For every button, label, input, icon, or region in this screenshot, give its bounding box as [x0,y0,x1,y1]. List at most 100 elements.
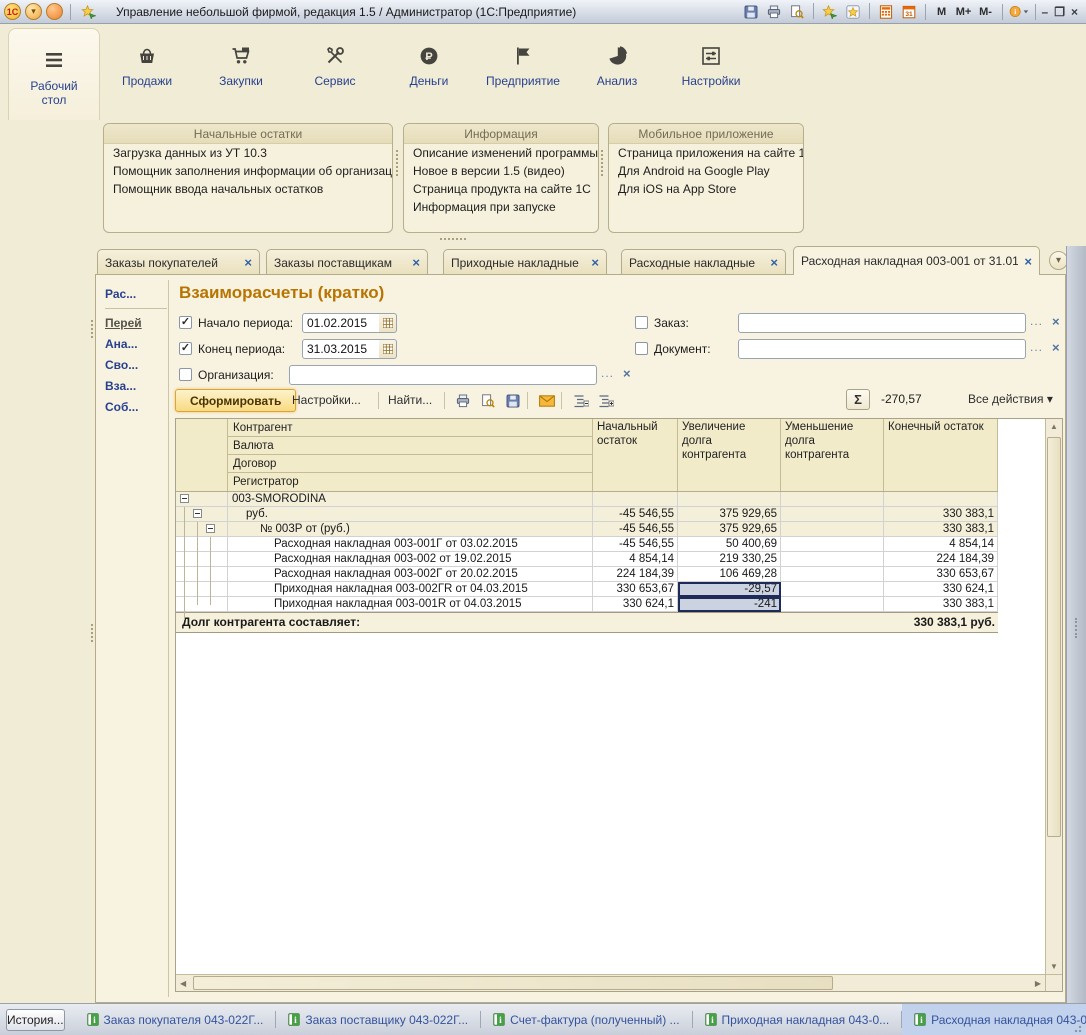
expand-groups-icon[interactable] [595,390,617,411]
tab-2[interactable]: Заказы поставщикам× [266,249,428,275]
cell-value[interactable]: -45 546,55 [593,522,678,537]
scrollbar-thumb[interactable] [1047,437,1061,837]
save-icon[interactable] [502,390,524,411]
ribbon-section-purchases[interactable]: Закупки [194,28,288,120]
favorites-icon[interactable] [843,3,863,21]
tab-4[interactable]: Расходные накладные× [621,249,786,275]
ribbon-section-service[interactable]: Сервис [288,28,382,120]
panel-link[interactable]: Страница приложения на сайте 1С [609,144,803,162]
resize-grip-icon[interactable] [1074,1023,1084,1033]
scroll-left-icon[interactable]: ◀ [180,979,186,988]
print-icon[interactable] [764,3,784,21]
organization-select-icon[interactable]: ... [601,366,614,380]
memory-button-m-[interactable]: M- [976,3,996,21]
cell-value[interactable]: 375 929,65 [678,522,781,537]
settings-button[interactable]: Настройки... [292,393,361,407]
cell-value[interactable] [884,492,998,507]
organization-clear-icon[interactable]: × [623,366,631,381]
cell-value[interactable]: 330 383,1 [884,507,998,522]
table-row[interactable]: Расходная накладная 003-002 от 19.02.201… [176,552,998,567]
document-clear-icon[interactable]: × [1052,340,1060,355]
cell-value[interactable]: 330 624,1 [593,597,678,612]
order-input[interactable] [738,313,1026,333]
sum-button[interactable]: Σ [846,389,870,410]
ribbon-section-analysis[interactable]: Анализ [570,28,664,120]
nav-link[interactable]: Рас... [105,287,167,301]
cell-value[interactable] [781,522,884,537]
order-checkbox[interactable] [635,316,648,329]
memory-button-m[interactable]: M [932,3,952,21]
ribbon-section-money[interactable]: РДеньги [382,28,476,120]
print-preview-icon[interactable] [477,390,499,411]
panel-link[interactable]: Описание изменений программы [404,144,598,162]
table-row[interactable]: руб.-45 546,55375 929,65330 383,1 [176,507,998,522]
info-button[interactable]: i [1009,3,1029,21]
ribbon-section-settings[interactable]: Настройки [664,28,758,120]
scroll-down-icon[interactable]: ▼ [1046,962,1062,971]
table-row[interactable]: Расходная накладная 003-001Г от 03.02.20… [176,537,998,552]
cell-value[interactable]: 50 400,69 [678,537,781,552]
tab-5[interactable]: Расходная накладная 003-001 от 31.01....… [793,246,1040,275]
cell-value[interactable]: 106 469,28 [678,567,781,582]
collapse-groups-icon[interactable] [570,390,592,411]
panel-link[interactable]: Информация при запуске [404,198,598,216]
calendar-icon[interactable]: 31 [899,3,919,21]
statusbar-document[interactable]: iЗаказ поставщику 043-022Г... [276,1004,480,1035]
scrollbar-thumb[interactable] [193,976,833,990]
ribbon-section-enterprise[interactable]: Предприятие [476,28,570,120]
splitter-handle[interactable] [91,624,93,642]
tab-1[interactable]: Заказы покупателей× [97,249,260,275]
close-icon[interactable]: × [1071,5,1078,19]
cell-value[interactable]: 330 383,1 [884,597,998,612]
print-icon[interactable] [452,390,474,411]
cell-value[interactable]: 375 929,65 [678,507,781,522]
memory-button-m+[interactable]: M+ [954,3,974,21]
table-row[interactable]: Приходная накладная 003-001R от 04.03.20… [176,597,998,612]
period-start-input[interactable] [302,313,380,333]
cell-value[interactable]: 224 184,39 [593,567,678,582]
cell-value[interactable] [781,492,884,507]
panel-link[interactable]: Для iOS на App Store [609,180,803,198]
cell-value[interactable] [781,567,884,582]
tab-close-icon[interactable]: × [591,256,599,269]
splitter-handle[interactable] [396,150,398,176]
panel-link[interactable]: Страница продукта на сайте 1С [404,180,598,198]
ribbon-section-sales[interactable]: Продажи [100,28,194,120]
cell-value[interactable]: -29,57 [678,582,781,597]
app-logo-icon[interactable]: 1С [4,3,21,20]
cell-value[interactable]: -45 546,55 [593,507,678,522]
minimize-icon[interactable]: – [1042,5,1049,19]
splitter-handle[interactable] [601,150,603,176]
cell-value[interactable]: 330 653,67 [884,567,998,582]
period-end-checkbox[interactable]: ✓ [179,342,192,355]
period-end-input[interactable] [302,339,380,359]
table-row[interactable]: № 003Р от (руб.)-45 546,55375 929,65330 … [176,522,998,537]
panel-link[interactable]: Помощник ввода начальных остатков [104,180,392,198]
vertical-scrollbar[interactable]: ▲ ▼ [1045,419,1062,974]
statusbar-document[interactable]: iСчет-фактура (полученный) ... [481,1004,691,1035]
add-favorite-icon[interactable] [820,3,840,21]
all-actions-button[interactable]: Все действия ▾ [968,392,1053,406]
cell-value[interactable]: 219 330,25 [678,552,781,567]
calendar-picker-icon[interactable] [379,313,397,333]
cell-value[interactable] [781,507,884,522]
scroll-right-icon[interactable]: ▶ [1035,979,1041,988]
cell-value[interactable]: 330 624,1 [884,582,998,597]
table-row[interactable]: Приходная накладная 003-002ГR от 04.03.2… [176,582,998,597]
order-clear-icon[interactable]: × [1052,314,1060,329]
document-checkbox[interactable] [635,342,648,355]
main-menu-arrow-icon[interactable]: ▾ [25,3,42,20]
collapse-expander-icon[interactable] [206,524,215,533]
history-button[interactable]: История... [6,1009,65,1031]
cell-value[interactable]: 224 184,39 [884,552,998,567]
cell-value[interactable]: 330 653,67 [593,582,678,597]
mail-icon[interactable] [536,390,558,411]
splitter-handle[interactable] [440,238,466,240]
cell-value[interactable] [781,597,884,612]
cell-value[interactable]: -241 [678,597,781,612]
scroll-up-icon[interactable]: ▲ [1046,422,1062,431]
cell-value[interactable] [781,582,884,597]
period-start-checkbox[interactable]: ✓ [179,316,192,329]
tab-3[interactable]: Приходные накладные× [443,249,607,275]
tab-close-icon[interactable]: × [1024,255,1032,268]
